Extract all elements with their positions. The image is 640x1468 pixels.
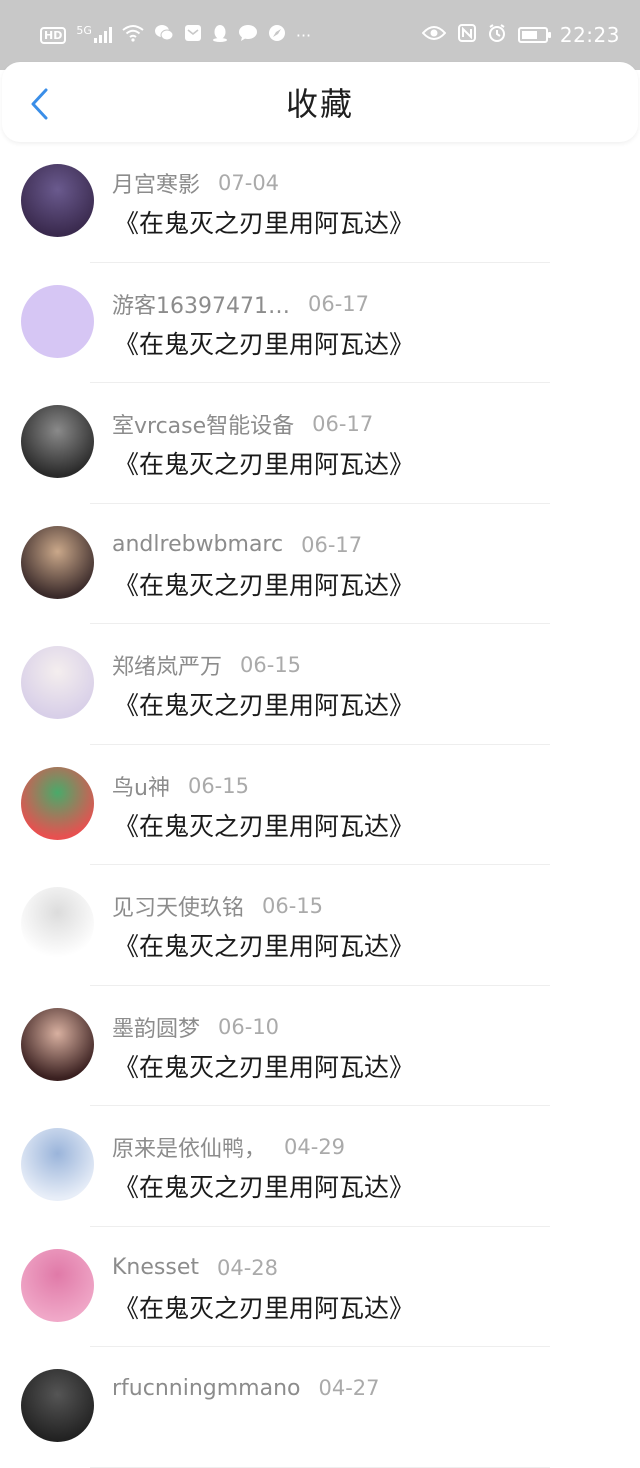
item-date: 06-15 [262,894,324,918]
user-name[interactable]: 郑绪岚严万 [112,649,222,681]
user-name[interactable]: 见习天使玖铭 [112,890,244,922]
user-name[interactable]: 鸟u神 [112,770,170,802]
item-meta: 鸟u神 06-15 [112,771,249,801]
list-item[interactable]: 鸟u神 06-15 《在鬼灭之刃里用阿瓦达》 [0,745,640,865]
list-item[interactable]: rfucnningmmano 04-27 [0,1347,640,1468]
avatar[interactable] [21,164,94,237]
item-date: 06-15 [240,653,302,677]
back-button[interactable] [24,86,54,122]
avatar[interactable] [21,887,94,960]
list-item[interactable]: 游客16397471… 06-17 《在鬼灭之刃里用阿瓦达》 [0,263,640,383]
item-title[interactable]: 《在鬼灭之刃里用阿瓦达》 [114,445,414,481]
item-meta: Knesset 04-28 [112,1253,278,1283]
hd-badge: HD [40,26,67,44]
avatar[interactable] [21,1369,94,1442]
item-title[interactable]: 《在鬼灭之刃里用阿瓦达》 [114,204,414,240]
status-bar: HD 5G ··· 22:23 [0,0,640,70]
item-title[interactable]: 《在鬼灭之刃里用阿瓦达》 [114,686,414,722]
item-meta: 月宫寒影 07-04 [112,168,279,198]
wifi-icon [122,24,144,46]
list-item[interactable]: 室vrcase智能设备 06-17 《在鬼灭之刃里用阿瓦达》 [0,383,640,504]
item-title[interactable]: 《在鬼灭之刃里用阿瓦达》 [114,566,414,602]
avatar[interactable] [21,1128,94,1201]
item-title[interactable]: 《在鬼灭之刃里用阿瓦达》 [114,1168,414,1204]
item-meta: 墨韵圆梦 06-10 [112,1012,279,1042]
eye-icon [421,25,447,46]
item-date: 06-10 [218,1014,280,1039]
status-left: HD 5G ··· [40,24,422,46]
status-right: 22:23 [421,23,620,47]
item-title[interactable]: 《在鬼灭之刃里用阿瓦达》 [114,1048,414,1084]
user-name[interactable]: 室vrcase智能设备 [112,408,294,440]
user-name[interactable]: rfucnningmmano [112,1376,300,1401]
item-date: 06-15 [187,773,249,798]
network-label: 5G [76,23,92,37]
avatar[interactable] [21,405,94,478]
item-title[interactable]: 《在鬼灭之刃里用阿瓦达》 [114,1289,414,1325]
avatar[interactable] [21,646,94,719]
item-title[interactable]: 《在鬼灭之刃里用阿瓦达》 [114,807,414,843]
wechat-icon [154,24,174,46]
qq-icon [212,24,228,46]
page-title: 收藏 [285,85,354,123]
item-meta: 室vrcase智能设备 06-17 [112,409,373,439]
battery-icon [517,27,551,43]
item-date: 04-29 [284,1135,346,1159]
more-notifications-icon: ··· [295,25,312,45]
favorites-list: 月宫寒影 07-04 《在鬼灭之刃里用阿瓦达》 游客16397471… 06-17 《在鬼… [0,142,640,1468]
divider [90,1466,550,1468]
avatar[interactable] [21,525,94,599]
item-title[interactable]: 《在鬼灭之刃里用阿瓦达》 [114,927,414,963]
signal-icon [93,27,112,43]
item-date: 06-17 [301,532,363,557]
item-meta: rfucnningmmano 04-27 [112,1373,380,1403]
item-date: 07-04 [218,171,280,195]
item-meta: 原来是依仙鸭， 04-29 [112,1132,345,1162]
list-item[interactable]: Knesset 04-28 《在鬼灭之刃里用阿瓦达》 [0,1227,640,1347]
avatar[interactable] [21,284,94,358]
user-name[interactable]: 墨韵圆梦 [112,1011,200,1043]
nfc-icon [457,23,476,47]
list-item[interactable]: 原来是依仙鸭， 04-29 《在鬼灭之刃里用阿瓦达》 [0,1106,640,1227]
item-date: 04-28 [217,1255,279,1280]
item-meta: andlrebwbmarc 06-17 [112,530,362,560]
item-date: 04-27 [318,1376,380,1400]
list-item[interactable]: 墨韵圆梦 06-10 《在鬼灭之刃里用阿瓦达》 [0,986,640,1106]
user-name[interactable]: Knesset [112,1255,199,1280]
list-item[interactable]: 见习天使玖铭 06-15 《在鬼灭之刃里用阿瓦达》 [0,865,640,986]
list-item[interactable]: 郑绪岚严万 06-15 《在鬼灭之刃里用阿瓦达》 [0,624,640,745]
compass-icon [268,24,286,46]
avatar[interactable] [21,1007,94,1081]
message-box-icon [184,24,202,46]
app-header: 收藏 [2,62,638,142]
clock: 22:23 [559,23,620,47]
avatar[interactable] [21,1248,94,1322]
alarm-icon [488,23,506,47]
item-title[interactable]: 《在鬼灭之刃里用阿瓦达》 [114,325,414,361]
item-meta: 见习天使玖铭 06-15 [112,891,323,921]
item-date: 06-17 [312,412,374,436]
user-name[interactable]: 游客16397471… [112,288,290,320]
user-name[interactable]: andlrebwbmarc [112,532,283,557]
item-date: 06-17 [307,291,370,316]
list-item[interactable]: andlrebwbmarc 06-17 《在鬼灭之刃里用阿瓦达》 [0,504,640,624]
list-item[interactable]: 月宫寒影 07-04 《在鬼灭之刃里用阿瓦达》 [0,142,640,263]
item-meta: 郑绪岚严万 06-15 [112,650,301,680]
user-name[interactable]: 原来是依仙鸭， [112,1131,266,1163]
avatar[interactable] [21,766,94,840]
chevron-left-icon [31,88,48,120]
chat-bubble-icon [238,24,258,46]
user-name[interactable]: 月宫寒影 [112,167,200,199]
item-meta: 游客16397471… 06-17 [112,289,369,319]
